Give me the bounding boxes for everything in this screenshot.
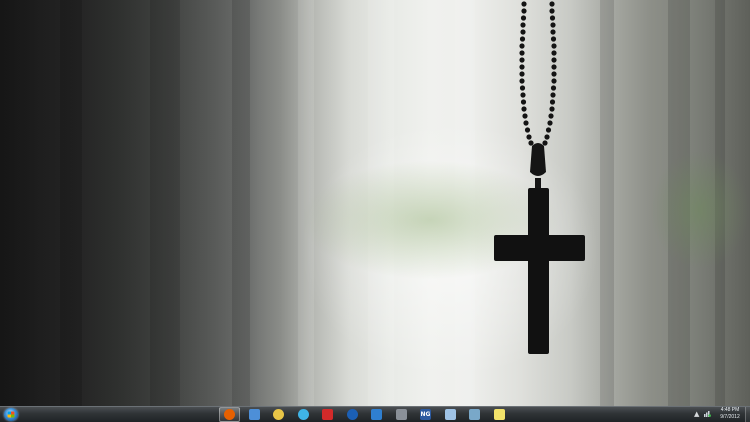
cross-necklace-icon <box>488 0 592 360</box>
media-player-icon <box>346 409 358 420</box>
scanner-icon <box>395 409 407 420</box>
clock-time: 4:48 PM <box>720 407 740 413</box>
taskbar-button-water-drop[interactable] <box>293 407 314 422</box>
show-hidden-icons-icon[interactable]: ▲ <box>694 410 699 418</box>
taskbar-button-scanner[interactable] <box>391 407 412 422</box>
taskbar-button-firefox[interactable] <box>219 407 240 422</box>
start-button[interactable] <box>4 408 18 421</box>
lightbulb-icon <box>273 409 284 420</box>
notes-icon <box>493 409 505 420</box>
taskbar-button-media-player[interactable] <box>342 407 363 422</box>
ng-app-icon: NG <box>420 409 431 420</box>
taskbar-button-screen[interactable] <box>464 407 485 422</box>
taskbar-button-ng-app[interactable]: NG <box>415 407 436 422</box>
taskbar: NG ▲ 4:48 PM 9/7/2012 <box>0 406 750 422</box>
taskbar-button-notes[interactable] <box>489 407 510 422</box>
windows-flag-icon <box>7 411 15 418</box>
taskbar-button-pen-tool[interactable] <box>366 407 387 422</box>
taskbar-button-lightbulb[interactable] <box>268 407 289 422</box>
network-icon[interactable] <box>704 410 711 417</box>
cloud-app-icon <box>248 409 260 420</box>
taskbar-button-document[interactable] <box>440 407 461 422</box>
taskbar-button-cloud-app[interactable] <box>244 407 265 422</box>
taskbar-clock[interactable]: 4:48 PM 9/7/2012 <box>714 407 746 422</box>
show-desktop-button[interactable] <box>745 407 750 422</box>
pen-tool-icon <box>371 409 382 420</box>
desktop-wallpaper <box>0 0 750 406</box>
red-app-icon <box>322 409 333 420</box>
water-drop-icon <box>297 409 309 420</box>
document-icon <box>444 409 456 420</box>
taskbar-button-red-app[interactable] <box>317 407 338 422</box>
clock-date: 9/7/2012 <box>720 414 740 420</box>
firefox-icon <box>224 409 235 420</box>
screen-icon <box>469 409 480 420</box>
